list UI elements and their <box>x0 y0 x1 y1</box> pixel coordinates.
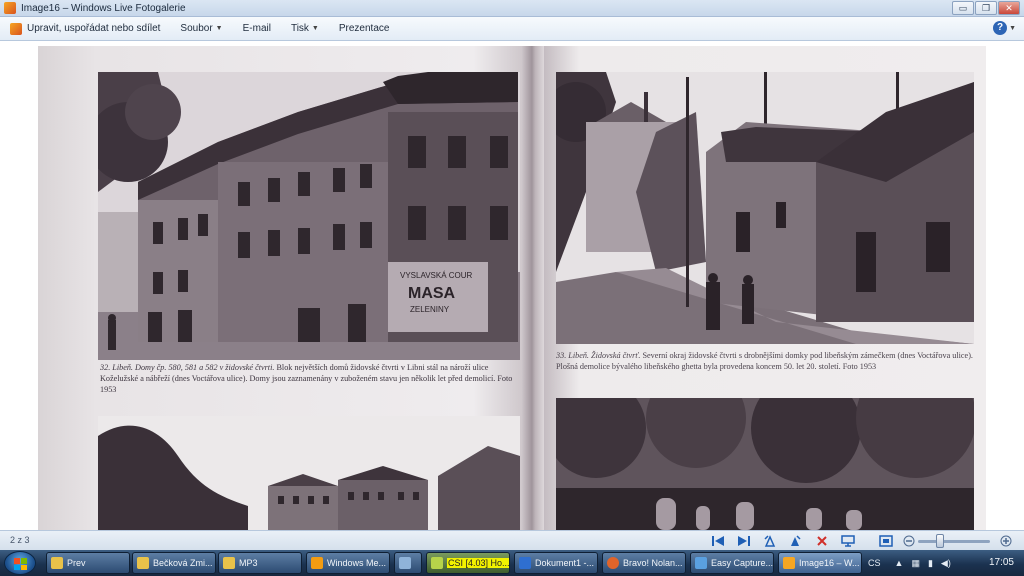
taskbar-item-windows-media[interactable]: Windows Me... <box>306 552 390 574</box>
window-controls: ▭ ❐ ✕ <box>952 1 1020 15</box>
windows-taskbar: Prev Bečková Zmi... MP3 Windows Me... CS… <box>0 550 1024 576</box>
volume-icon[interactable]: ◀) <box>941 558 951 569</box>
dropdown-arrow-icon: ▼ <box>215 25 223 32</box>
minimize-button[interactable]: ▭ <box>952 1 974 15</box>
taskbar-item-beckova[interactable]: Bečková Zmi... <box>132 552 216 574</box>
clock[interactable]: 17:05 <box>989 557 1014 568</box>
caption-lead: 32. Libeň. Domy čp. 580, 581 a 582 v žid… <box>100 363 275 372</box>
menu-label: Upravit, uspořádat nebo sdílet <box>27 23 161 34</box>
zoom-in-icon <box>1000 535 1012 547</box>
scanned-book-image: VYSLAVSKÁ COUR MASA ZELENINY 32. Libeň. … <box>38 46 986 530</box>
menu-label: Prezentace <box>338 23 390 34</box>
fit-icon <box>879 535 893 547</box>
photo-building-corner: VYSLAVSKÁ COUR MASA ZELENINY <box>98 72 520 360</box>
viewer-control-bar: 2 z 3 <box>0 530 1024 550</box>
taskbar-item-easy-capture[interactable]: Easy Capture... <box>690 552 774 574</box>
previous-icon <box>712 536 724 546</box>
wall-sign-line1: VYSLAVSKÁ COUR <box>400 271 473 280</box>
menu-edit-organize-share[interactable]: Upravit, uspořádat nebo sdílet <box>0 17 170 41</box>
taskbar-item-csi[interactable]: CSI [4.03] Ho... <box>426 552 510 574</box>
capture-icon <box>695 557 707 569</box>
book-page-left: VYSLAVSKÁ COUR MASA ZELENINY 32. Libeň. … <box>38 46 522 530</box>
start-button[interactable] <box>4 551 36 575</box>
folder-icon <box>223 557 235 569</box>
slideshow-button[interactable] <box>840 533 856 549</box>
rotate-right-icon <box>791 535 801 546</box>
folder-icon <box>51 557 63 569</box>
system-tray: CS ▲ ▦ ▮ ◀) <box>868 552 951 574</box>
taskbar-item-unnamed[interactable] <box>394 552 422 574</box>
book-page-right: 33. Libeň. Židovská čtvrť. Severní okraj… <box>544 46 986 530</box>
book-spine <box>522 46 544 530</box>
caption-lead: 33. Libeň. Židovská čtvrť. <box>556 351 641 360</box>
menu-label: Tisk <box>290 23 309 34</box>
window-title: Image16 – Windows Live Fotogalerie <box>21 2 186 14</box>
menu-email[interactable]: E-mail <box>233 17 281 41</box>
rotate-right-button[interactable] <box>787 533 803 549</box>
menu-file[interactable]: Soubor ▼ <box>170 17 232 41</box>
dropdown-arrow-icon: ▼ <box>1009 24 1016 32</box>
language-indicator[interactable]: CS <box>868 558 881 568</box>
network-icon[interactable]: ▦ <box>911 558 920 569</box>
taskbar-item-dokument1[interactable]: Dokument1 -... <box>514 552 598 574</box>
gallery-icon <box>10 22 22 35</box>
next-icon <box>738 536 750 546</box>
fit-to-window-button[interactable] <box>878 533 894 549</box>
menu-bar: Upravit, uspořádat nebo sdílet Soubor ▼ E… <box>0 17 1024 41</box>
window-icon <box>399 557 411 569</box>
photo-skyline-trees <box>98 416 520 530</box>
show-hidden-icons-icon[interactable]: ▲ <box>895 558 904 568</box>
battery-icon[interactable]: ▮ <box>928 558 933 569</box>
help-icon: ? <box>993 21 1008 35</box>
folder-icon <box>137 557 149 569</box>
title-bar: Image16 – Windows Live Fotogalerie ▭ ❐ ✕ <box>0 0 1024 17</box>
menu-slideshow[interactable]: Prezentace <box>329 17 400 41</box>
rotate-left-icon <box>764 535 776 547</box>
taskbar-item-bravo-nolan[interactable]: Bravo! Nolan... <box>602 552 686 574</box>
photo-caption-right: 33. Libeň. Židovská čtvrť. Severní okraj… <box>556 350 976 372</box>
menu-label: Soubor <box>180 23 213 34</box>
wall-sign-line2: MASA <box>408 285 456 302</box>
zoom-slider[interactable] <box>918 540 990 543</box>
taskbar-item-image16[interactable]: Image16 – W... <box>778 552 862 574</box>
wall-sign-line3: ZELENINY <box>410 305 450 314</box>
tv-icon <box>431 557 443 569</box>
rotate-left-button[interactable] <box>762 533 778 549</box>
photo-caption-left: 32. Libeň. Domy čp. 580, 581 a 582 v žid… <box>100 362 520 395</box>
photo-gallery-app-icon <box>4 2 16 14</box>
zoom-out-button[interactable] <box>901 533 917 549</box>
menu-label: E-mail <box>242 23 271 34</box>
media-player-icon <box>311 557 323 569</box>
previous-button[interactable] <box>710 533 726 549</box>
photo-jewish-quarter-street <box>556 72 974 344</box>
zoom-in-button[interactable] <box>998 533 1014 549</box>
photo-gallery-icon <box>783 557 795 569</box>
delete-button[interactable] <box>814 533 830 549</box>
slideshow-icon <box>841 535 855 547</box>
zoom-out-icon <box>903 535 915 547</box>
firefox-icon <box>607 557 619 569</box>
photo-cemetery-trees <box>556 398 974 530</box>
delete-icon <box>817 536 827 546</box>
menu-print[interactable]: Tisk ▼ <box>281 17 329 41</box>
help-button[interactable]: ? ▼ <box>993 21 1016 35</box>
zoom-slider-thumb[interactable] <box>936 534 944 548</box>
image-viewer: VYSLAVSKÁ COUR MASA ZELENINY 32. Libeň. … <box>0 42 1024 530</box>
maximize-button[interactable]: ❐ <box>975 1 997 15</box>
taskbar-item-mp3[interactable]: MP3 <box>218 552 302 574</box>
next-button[interactable] <box>736 533 752 549</box>
close-button[interactable]: ✕ <box>998 1 1020 15</box>
image-counter: 2 z 3 <box>10 535 30 545</box>
dropdown-arrow-icon: ▼ <box>311 25 319 32</box>
word-document-icon <box>519 557 531 569</box>
windows-logo-icon <box>14 558 27 570</box>
taskbar-item-prev[interactable]: Prev <box>46 552 130 574</box>
